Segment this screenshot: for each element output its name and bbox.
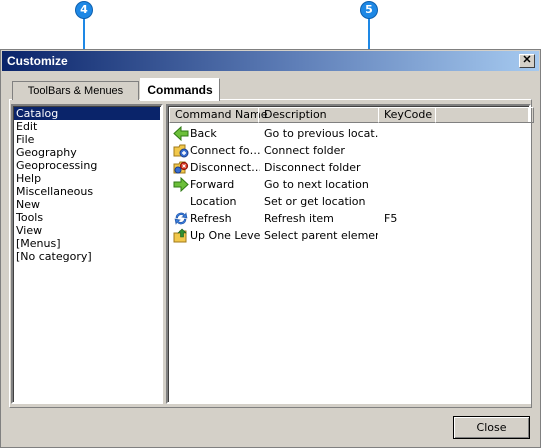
- command-name: Location: [190, 195, 237, 208]
- close-button[interactable]: Close: [453, 416, 530, 439]
- column-header-description[interactable]: Description: [258, 107, 379, 123]
- command-name: Back: [190, 127, 217, 140]
- command-list[interactable]: Command Name Description KeyCode Back Go …: [166, 104, 534, 404]
- command-description: Go to previous locat…: [264, 127, 378, 140]
- command-description: Go to next location: [264, 178, 369, 191]
- refresh-icon: [173, 210, 189, 227]
- command-description: Connect folder: [264, 144, 345, 157]
- command-description: Select parent element: [264, 229, 378, 242]
- disconnect-folder-icon: [173, 159, 189, 176]
- column-header-filler: [435, 107, 534, 123]
- empty-icon-slot: [173, 193, 189, 210]
- category-item[interactable]: Miscellaneous: [14, 185, 160, 198]
- tab-commands[interactable]: Commands: [140, 78, 220, 101]
- command-keycode: [384, 227, 434, 244]
- title-bar[interactable]: Customize ✕: [2, 51, 539, 71]
- command-description: Refresh item: [264, 212, 334, 225]
- command-row[interactable]: Disconnect… Disconnect folder: [169, 159, 529, 176]
- command-name: Forward: [190, 178, 235, 191]
- category-item[interactable]: Tools: [14, 211, 160, 224]
- category-item[interactable]: View: [14, 224, 160, 237]
- command-keycode: [384, 193, 434, 210]
- category-item[interactable]: New: [14, 198, 160, 211]
- command-keycode: [384, 125, 434, 142]
- column-header-keycode[interactable]: KeyCode: [378, 107, 436, 123]
- command-name: Refresh: [190, 212, 232, 225]
- command-row[interactable]: Up One Level Select parent element: [169, 227, 529, 244]
- category-item[interactable]: File: [14, 133, 160, 146]
- command-keycode: F5: [384, 212, 398, 225]
- command-row[interactable]: Location Set or get location: [169, 193, 529, 210]
- command-keycode: [384, 142, 434, 159]
- category-list[interactable]: Catalog Edit File Geography Geoprocessing Hel…: [11, 104, 163, 404]
- command-row[interactable]: Refresh Refresh item F5: [169, 210, 529, 227]
- command-row[interactable]: Forward Go to next location: [169, 176, 529, 193]
- category-item[interactable]: Geography: [14, 146, 160, 159]
- command-name: Up One Level: [190, 229, 260, 242]
- callout-4-badge: 4: [76, 2, 92, 18]
- back-arrow-icon: [173, 125, 189, 142]
- forward-arrow-icon: [173, 176, 189, 193]
- command-list-header: Command Name Description KeyCode: [169, 107, 534, 123]
- command-keycode: [384, 159, 434, 176]
- command-description: Set or get location: [264, 195, 366, 208]
- customize-dialog: Customize ✕ ToolBars & Menues Commands C…: [0, 49, 541, 448]
- window-title: Customize: [7, 54, 68, 68]
- category-item[interactable]: Edit: [14, 120, 160, 133]
- tab-toolbars-menus[interactable]: ToolBars & Menues: [12, 81, 139, 100]
- category-item[interactable]: Catalog: [14, 107, 160, 120]
- command-name: Connect fo…: [190, 144, 260, 157]
- command-description: Disconnect folder: [264, 161, 361, 174]
- callout-5-badge: 5: [361, 2, 377, 18]
- up-folder-icon: [173, 227, 189, 244]
- command-keycode: [384, 176, 434, 193]
- command-row[interactable]: Connect fo… Connect folder: [169, 142, 529, 159]
- close-window-icon[interactable]: ✕: [519, 54, 535, 68]
- category-item[interactable]: [No category]: [14, 250, 160, 263]
- category-item[interactable]: Help: [14, 172, 160, 185]
- command-name: Disconnect…: [190, 161, 260, 174]
- column-header-command-name[interactable]: Command Name: [169, 107, 268, 123]
- command-row[interactable]: Back Go to previous locat…: [169, 125, 529, 142]
- category-item[interactable]: Geoprocessing: [14, 159, 160, 172]
- connect-folder-icon: [173, 142, 189, 159]
- category-item[interactable]: [Menus]: [14, 237, 160, 250]
